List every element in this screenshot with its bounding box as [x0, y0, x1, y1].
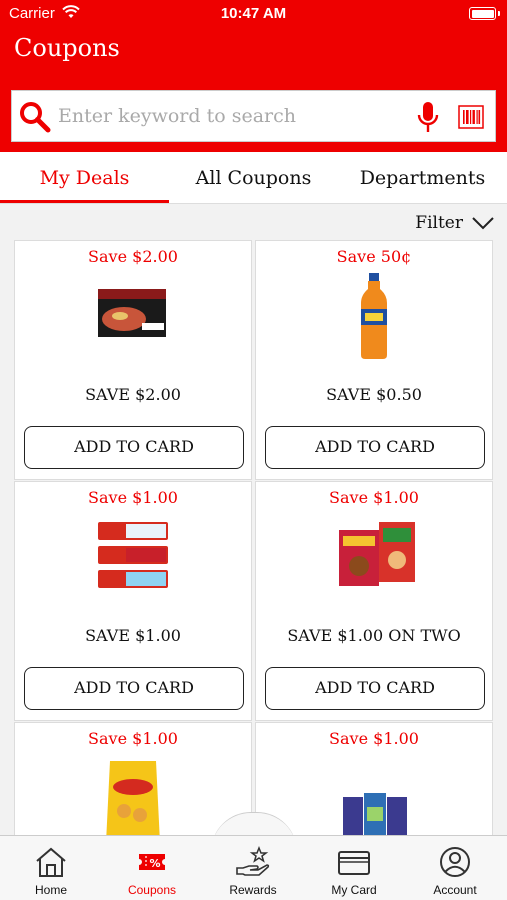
- add-to-card-button[interactable]: ADD TO CARD: [24, 667, 244, 710]
- coupon-card[interactable]: Save 50¢ SAVE $0.50 ADD TO CARD: [255, 240, 493, 480]
- coupon-card[interactable]: Save $1.00 SAVE $1.00 ON TWO ADD TO CARD: [255, 481, 493, 721]
- coupon-savings: Save $2.00: [88, 247, 178, 266]
- add-to-card-button[interactable]: ADD TO CARD: [24, 426, 244, 469]
- coupon-card[interactable]: Save $1.00 SAVE $1.00 ADD TO CARD: [14, 481, 252, 721]
- filter-label: Filter: [415, 213, 463, 233]
- search-input[interactable]: [58, 99, 358, 133]
- svg-text:%: %: [149, 857, 160, 870]
- coupon-card[interactable]: Save $2.00 SAVE $2.00 ADD TO CARD: [14, 240, 252, 480]
- add-to-card-button[interactable]: ADD TO CARD: [265, 667, 485, 710]
- tabbar-label: My Card: [331, 883, 377, 897]
- tabbar-label: Account: [433, 883, 477, 897]
- tabbar-label: Rewards: [229, 883, 277, 897]
- product-image-soda: [361, 273, 387, 359]
- clock-label: 10:47 AM: [220, 5, 287, 22]
- coupon-description: SAVE $2.00: [85, 385, 181, 404]
- home-icon: [36, 847, 66, 877]
- microphone-icon[interactable]: [416, 101, 440, 133]
- add-to-card-button[interactable]: ADD TO CARD: [265, 426, 485, 469]
- search-icon[interactable]: [18, 100, 52, 134]
- tabbar-item-account[interactable]: Account: [405, 846, 505, 897]
- tabbar-item-home[interactable]: Home: [1, 846, 101, 897]
- coupon-description: SAVE $0.50: [326, 385, 422, 404]
- chevron-down-icon: [472, 217, 494, 230]
- tab-departments[interactable]: Departments: [338, 152, 507, 204]
- coupon-description: SAVE $1.00 ON TWO: [287, 626, 461, 645]
- coupon-description: SAVE $1.00: [85, 626, 181, 645]
- coupon-icon: %: [139, 854, 165, 870]
- rewards-icon: [236, 846, 270, 876]
- tabbar-item-rewards[interactable]: Rewards: [203, 846, 303, 897]
- page-title: Coupons: [14, 34, 120, 62]
- tabbar-label: Home: [34, 883, 67, 897]
- tab-my-deals[interactable]: My Deals: [0, 152, 169, 204]
- tab-all-coupons[interactable]: All Coupons: [169, 152, 338, 204]
- tabbar-item-my-card[interactable]: My Card: [304, 846, 404, 897]
- product-image-snack-bag: [106, 761, 160, 843]
- segment-tabs: My Deals All Coupons Departments: [0, 152, 507, 204]
- coupon-savings: Save $1.00: [88, 488, 178, 507]
- tabbar-item-coupons[interactable]: % Coupons: [102, 846, 202, 897]
- search-bar[interactable]: [11, 90, 496, 142]
- filter-button[interactable]: Filter: [415, 210, 495, 236]
- tabs-divider: [0, 203, 507, 204]
- barcode-scanner-icon[interactable]: [458, 105, 484, 129]
- coupon-savings: Save $1.00: [88, 729, 178, 748]
- status-bar: Carrier 10:47 AM: [0, 0, 507, 28]
- product-image-cereal: [339, 522, 415, 586]
- coupon-savings: Save $1.00: [329, 488, 419, 507]
- battery-icon: [469, 7, 496, 20]
- battery-tip: [498, 11, 500, 16]
- product-image-pizza: [98, 289, 166, 337]
- coupon-savings: Save 50¢: [336, 247, 412, 266]
- card-icon: [338, 851, 370, 875]
- product-image-paper-towels: [343, 793, 407, 837]
- product-image-toothpaste: [98, 522, 168, 588]
- account-icon: [440, 847, 470, 877]
- tabbar-label: Coupons: [127, 883, 177, 897]
- coupon-savings: Save $1.00: [329, 729, 419, 748]
